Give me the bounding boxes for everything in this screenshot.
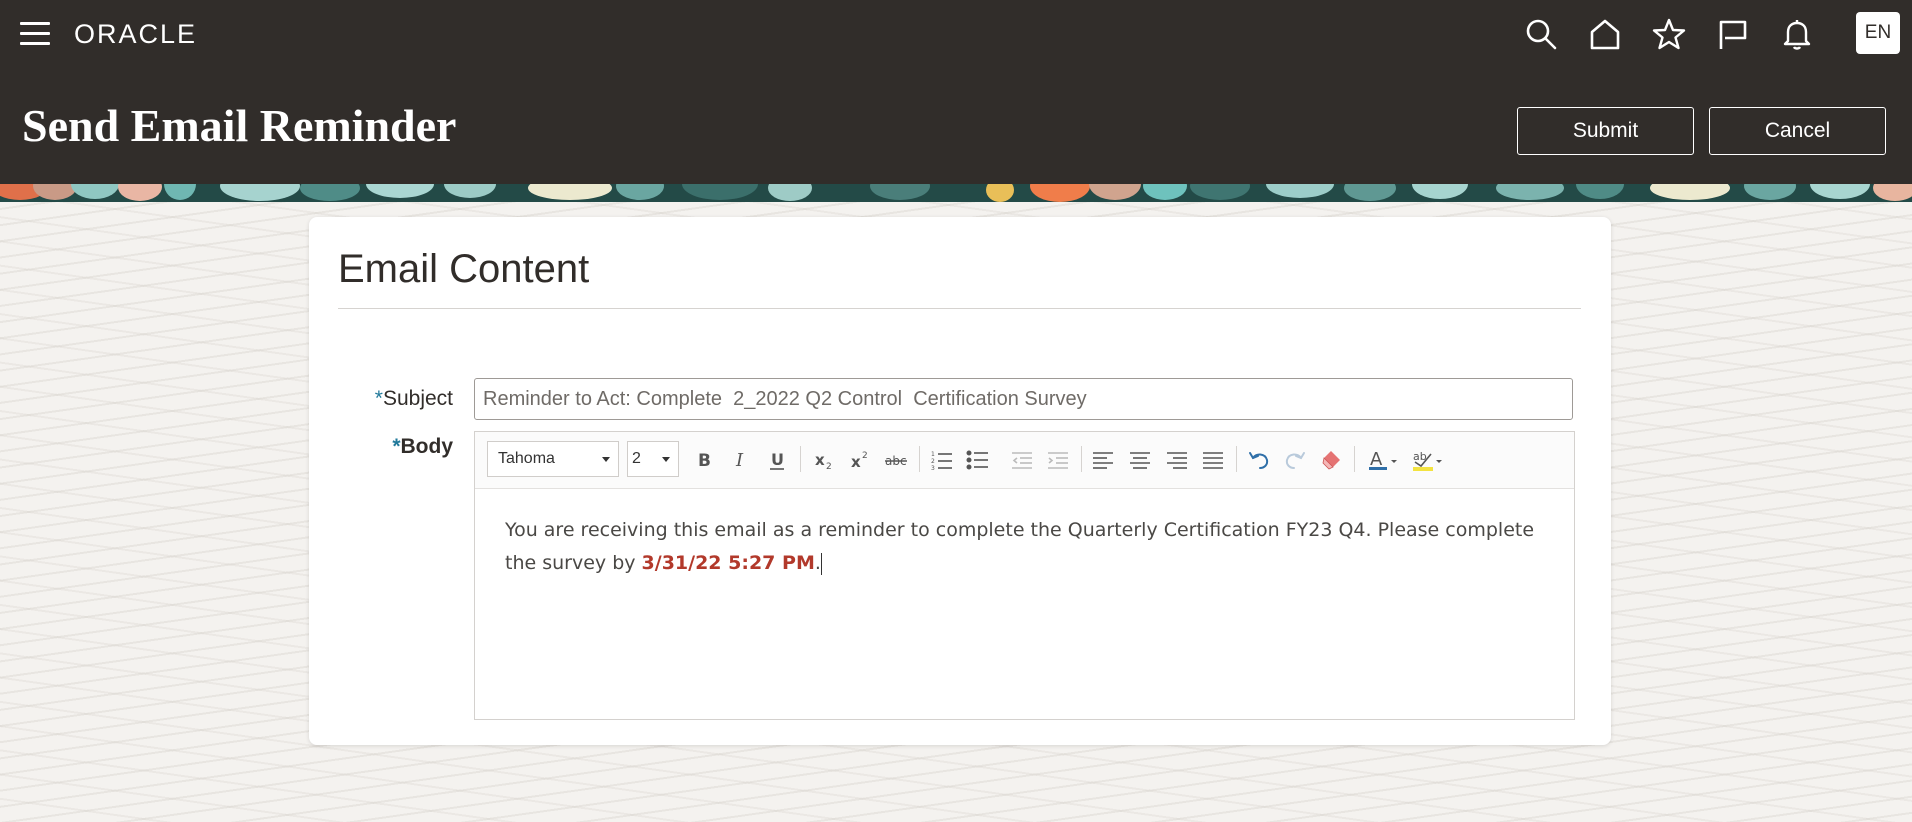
svg-text:3: 3 [931, 465, 935, 472]
email-content-card: Email Content *Subject Reminder to Act: … [309, 217, 1611, 745]
section-divider [338, 308, 1581, 309]
chevron-down-icon [662, 457, 670, 462]
svg-text:I: I [735, 450, 744, 471]
underline-icon[interactable]: U [762, 444, 792, 476]
submit-button[interactable]: Submit [1517, 107, 1694, 155]
svg-text:2: 2 [862, 451, 868, 461]
toolbar-separator [1081, 446, 1082, 472]
svg-text:1: 1 [931, 451, 935, 458]
text-cursor [820, 552, 822, 575]
font-family-select[interactable]: Tahoma [487, 441, 619, 477]
align-right-icon[interactable] [1162, 444, 1192, 476]
body-label-text: Body [400, 435, 454, 458]
oracle-logo[interactable]: ORACLE [74, 18, 197, 50]
subject-label: *Subject [297, 387, 453, 411]
undo-icon[interactable] [1244, 444, 1274, 476]
strikethrough-icon[interactable]: abc [881, 444, 911, 476]
toolbar-separator [1236, 446, 1237, 472]
bold-icon[interactable]: B [689, 444, 719, 476]
superscript-icon[interactable]: x2 [845, 444, 875, 476]
indent-icon[interactable] [1043, 444, 1073, 476]
email-body-text[interactable]: You are receiving this email as a remind… [505, 514, 1545, 580]
global-nav-icons [1522, 14, 1816, 54]
svg-text:x: x [815, 451, 825, 469]
decorative-banner [0, 184, 1912, 202]
align-center-icon[interactable] [1125, 444, 1155, 476]
svg-text:2: 2 [931, 458, 935, 465]
svg-text:A: A [1370, 449, 1383, 470]
italic-icon[interactable]: I [725, 444, 755, 476]
section-title: Email Content [338, 247, 590, 291]
search-icon[interactable] [1522, 14, 1560, 54]
font-size-select[interactable]: 2 [627, 441, 679, 477]
toolbar-separator [800, 446, 801, 472]
cancel-button[interactable]: Cancel [1709, 107, 1886, 155]
language-selector[interactable]: EN [1856, 12, 1900, 54]
top-header: ORACLE EN Send Email Reminder Submit Can… [0, 0, 1912, 184]
svg-text:B: B [698, 451, 711, 471]
body-label: *Body [297, 435, 453, 459]
font-family-value: Tahoma [498, 450, 555, 467]
svg-text:x: x [851, 453, 861, 471]
page-title: Send Email Reminder [22, 100, 457, 151]
redo-icon[interactable] [1280, 444, 1310, 476]
ordered-list-icon[interactable]: 1 2 3 [927, 444, 957, 476]
text-color-icon[interactable]: A [1364, 444, 1402, 476]
star-icon[interactable] [1650, 14, 1688, 54]
svg-text:2: 2 [826, 462, 832, 472]
required-mark: * [374, 387, 383, 410]
bell-icon[interactable] [1778, 14, 1816, 54]
home-icon[interactable] [1586, 14, 1624, 54]
svg-text:U: U [771, 450, 784, 469]
subject-label-text: Subject [382, 387, 453, 410]
due-date: 3/31/22 5:27 PM [641, 552, 815, 574]
font-size-value: 2 [632, 450, 641, 467]
editor-toolbar: Tahoma 2 B I U x2 x2 abc 1 2 3 A ab [475, 432, 1574, 489]
toolbar-separator [919, 446, 920, 472]
flag-icon[interactable] [1714, 14, 1752, 54]
highlight-color-icon[interactable]: ab [1409, 444, 1447, 476]
justify-icon[interactable] [1198, 444, 1228, 476]
subscript-icon[interactable]: x2 [809, 444, 839, 476]
chevron-down-icon [602, 457, 610, 462]
required-mark: * [392, 435, 401, 458]
menu-icon[interactable] [20, 22, 52, 46]
clear-format-icon[interactable] [1316, 444, 1346, 476]
align-left-icon[interactable] [1088, 444, 1118, 476]
outdent-icon[interactable] [1007, 444, 1037, 476]
body-rich-text-editor: Tahoma 2 B I U x2 x2 abc 1 2 3 A ab You … [474, 431, 1575, 720]
toolbar-separator [1354, 446, 1355, 472]
unordered-list-icon[interactable] [963, 444, 993, 476]
subject-input[interactable]: Reminder to Act: Complete 2_2022 Q2 Cont… [474, 378, 1573, 420]
